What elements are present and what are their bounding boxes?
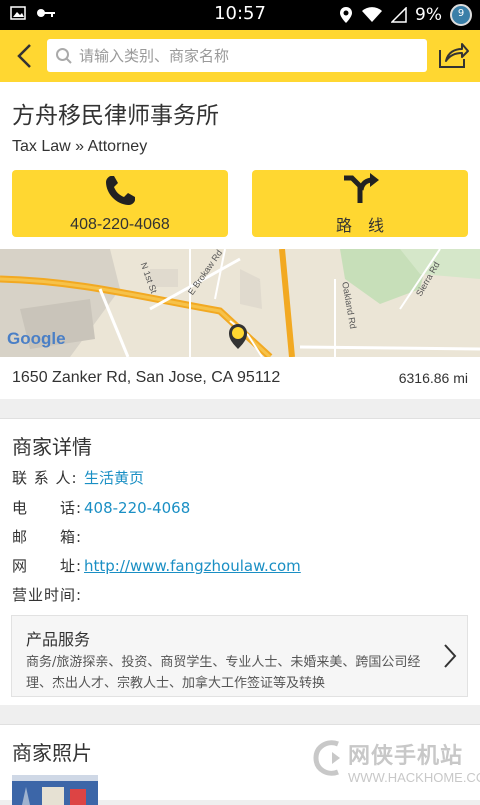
battery-percent: 9% xyxy=(415,5,442,25)
battery-icon: 9 xyxy=(450,4,472,26)
photo-thumbnail[interactable] xyxy=(12,775,98,805)
battery-badge: 9 xyxy=(457,8,465,19)
details-card: 商家详情 联 系 人: 生活黄页 电 话: 408-220-4068 邮 箱: … xyxy=(0,418,480,705)
location-map[interactable]: N 1st St E Brokaw Rd Oakland Rd Sierra R… xyxy=(0,249,480,357)
location-icon xyxy=(340,7,353,23)
email-label: 邮 箱: xyxy=(12,528,83,546)
business-address: 1650 Zanker Rd, San Jose, CA 95112 xyxy=(12,369,281,386)
address-row[interactable]: 1650 Zanker Rd, San Jose, CA 95112 6316.… xyxy=(0,357,480,399)
website-row: 网 址: http://www.fangzhoulaw.com xyxy=(12,555,301,576)
phone-icon xyxy=(106,175,135,205)
business-card: 方舟移民律师事务所 Tax Law » Attorney 408-220-406… xyxy=(0,82,480,399)
top-toolbar xyxy=(0,30,480,82)
status-icons-right: 9% 9 xyxy=(339,4,472,26)
email-row: 邮 箱: xyxy=(12,526,84,547)
hours-label: 营业时间: xyxy=(12,586,83,604)
status-bar: 10:57 9% 9 xyxy=(0,0,480,30)
google-logo: Google xyxy=(7,329,66,348)
search-input[interactable] xyxy=(79,46,399,65)
services-box[interactable]: 产品服务 商务/旅游探亲、投资、商贸学生、专业人士、未婚来美、跨国公司经理、杰出… xyxy=(11,615,468,697)
hours-row: 营业时间: xyxy=(12,584,84,605)
directions-icon xyxy=(344,172,379,203)
watermark-url: WWW.HACKHOME.COM xyxy=(348,770,480,785)
phone-value[interactable]: 408-220-4068 xyxy=(84,499,190,517)
search-bar[interactable] xyxy=(47,39,427,72)
phone-row: 电 话: 408-220-4068 xyxy=(12,497,190,518)
share-icon xyxy=(439,43,469,68)
chevron-left-icon xyxy=(17,44,31,68)
photos-title: 商家照片 xyxy=(12,741,92,765)
services-title: 产品服务 xyxy=(26,630,91,649)
contact-label: 联 系 人: xyxy=(12,469,78,487)
website-label: 网 址: xyxy=(12,557,83,575)
contact-value[interactable]: 生活黄页 xyxy=(84,467,144,488)
watermark-title: 网侠手机站 xyxy=(348,744,464,769)
back-button[interactable] xyxy=(10,40,38,72)
wifi-icon xyxy=(362,7,383,22)
business-category: Tax Law » Attorney xyxy=(12,138,148,155)
chevron-right-icon xyxy=(444,644,457,668)
contact-row: 联 系 人: 生活黄页 xyxy=(12,467,144,488)
watermark-logo-icon xyxy=(313,740,340,776)
services-text: 商务/旅游探亲、投资、商贸学生、专业人士、未婚来美、跨国公司经理、杰出人才、宗教… xyxy=(26,655,421,691)
search-icon xyxy=(56,47,72,64)
map-graphic xyxy=(0,249,480,357)
phone-label: 电 话: xyxy=(12,499,83,517)
call-button[interactable]: 408-220-4068 xyxy=(12,170,228,237)
website-link[interactable]: http://www.fangzhoulaw.com xyxy=(84,557,301,575)
thumbnail-graphic xyxy=(12,775,98,805)
business-name: 方舟移民律师事务所 xyxy=(12,103,219,129)
watermark: 网侠手机站 WWW.HACKHOME.COM xyxy=(308,734,480,796)
business-distance: 6316.86 mi xyxy=(398,370,468,386)
share-button[interactable] xyxy=(438,41,470,69)
route-button[interactable]: 路 线 xyxy=(252,170,468,237)
route-label: 路 线 xyxy=(335,217,384,235)
signal-icon xyxy=(391,7,407,23)
details-title: 商家详情 xyxy=(12,435,92,459)
call-label: 408-220-4068 xyxy=(70,215,170,233)
